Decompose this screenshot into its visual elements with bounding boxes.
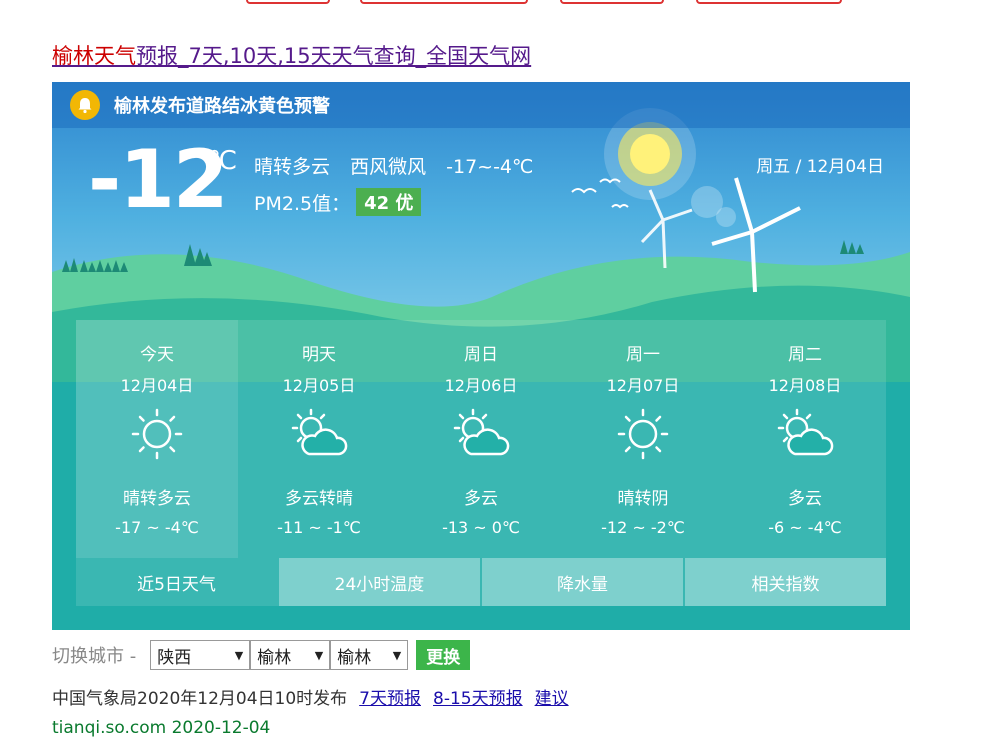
pm25-badge: 42 优 [356, 188, 422, 216]
chevron-down-icon: ▼ [392, 648, 402, 662]
temperature-unit: ℃ [208, 146, 238, 176]
chevron-down-icon: ▼ [234, 648, 244, 662]
day-date: 12月08日 [768, 376, 842, 395]
city-switcher: 切换城市 - 陕西 ▼ 榆林 ▼ 榆林 ▼ 更换 [52, 640, 471, 670]
cutoff-red-button[interactable] [360, 0, 528, 4]
county-value: 榆林 [337, 647, 372, 668]
switch-city-label: 切换城市 - [52, 646, 137, 667]
day-name: 明天 [302, 345, 336, 365]
pm25-label: PM2.5值： [254, 192, 351, 215]
link-8-15-day-forecast[interactable]: 8-15天预报 [433, 684, 523, 709]
partly-cloudy-icon [291, 408, 348, 456]
province-value: 陕西 [157, 647, 192, 668]
forecast-day[interactable]: 周日 12月06日 多云 -13 ~ 0℃ [400, 320, 562, 558]
title-rest: 预报_7天,10天,15天天气查询_全国天气网 [136, 44, 532, 68]
sun-icon [617, 408, 669, 460]
tab-24h-temperature[interactable]: 24小时温度 [279, 558, 480, 606]
title-highlight: 榆林天气 [52, 44, 136, 68]
link-7-day-forecast[interactable]: 7天预报 [359, 684, 421, 709]
change-city-button[interactable]: 更换 [416, 640, 471, 670]
day-name: 周二 [788, 345, 822, 365]
sun-icon [131, 408, 183, 460]
city-select[interactable]: 榆林 ▼ [250, 640, 331, 670]
publish-info: 中国气象局2020年12月04日10时发布 7天预报 8-15天预报 建议 [52, 684, 569, 709]
source-url: tianqi.so.com 2020-12-04 [52, 718, 271, 738]
day-condition: 多云转晴 [285, 489, 353, 509]
cutoff-red-button[interactable] [696, 0, 842, 4]
day-date: 12月07日 [606, 376, 680, 395]
top-cutoff-strip [0, 0, 1000, 14]
day-condition: 多云 [464, 489, 498, 509]
tab-related-indices[interactable]: 相关指数 [685, 558, 886, 606]
result-title-link[interactable]: 榆林天气预报_7天,10天,15天天气查询_全国天气网 [52, 40, 531, 70]
day-temperature-range: -11 ~ -1℃ [277, 518, 361, 537]
partly-cloudy-icon [453, 408, 510, 456]
weather-widget: 榆林发布道路结冰黄色预警 -12 ℃ 晴转多云 西风微风 -17~-4℃ PM2… [52, 82, 910, 630]
weather-alert-bar[interactable]: 榆林发布道路结冰黄色预警 [52, 82, 910, 128]
chevron-down-icon: ▼ [314, 648, 324, 662]
day-temperature-range: -12 ~ -2℃ [601, 518, 685, 537]
alert-text: 榆林发布道路结冰黄色预警 [114, 96, 330, 117]
publish-text: 中国气象局2020年12月04日10时发布 [52, 689, 348, 709]
current-wind: 西风微风 [350, 156, 427, 178]
forecast-panel: 今天 12月04日 晴转多云 -17 ~ -4℃ 明天 12月05日 多云转晴 … [76, 320, 886, 606]
current-range: -17~-4℃ [446, 156, 534, 178]
forecast-day[interactable]: 今天 12月04日 晴转多云 -17 ~ -4℃ [76, 320, 238, 558]
day-condition: 晴转多云 [123, 489, 191, 509]
day-temperature-range: -6 ~ -4℃ [768, 518, 842, 537]
day-name: 周一 [626, 345, 660, 365]
bell-icon [70, 90, 100, 120]
forecast-days: 今天 12月04日 晴转多云 -17 ~ -4℃ 明天 12月05日 多云转晴 … [76, 320, 886, 558]
province-select[interactable]: 陕西 ▼ [150, 640, 251, 670]
pm25-line: PM2.5值： 42 优 [254, 188, 422, 216]
current-temperature: -12 [88, 133, 229, 226]
day-temperature-range: -13 ~ 0℃ [442, 518, 520, 537]
tab-5-day-weather[interactable]: 近5日天气 [76, 558, 277, 606]
forecast-day[interactable]: 明天 12月05日 多云转晴 -11 ~ -1℃ [238, 320, 400, 558]
day-temperature-range: -17 ~ -4℃ [115, 518, 199, 537]
forecast-tabs: 近5日天气 24小时温度 降水量 相关指数 [76, 558, 886, 606]
day-condition: 晴转阴 [617, 489, 669, 509]
cutoff-red-button[interactable] [560, 0, 664, 4]
day-condition: 多云 [788, 489, 822, 509]
city-value: 榆林 [257, 647, 292, 668]
county-select[interactable]: 榆林 ▼ [330, 640, 409, 670]
partly-cloudy-icon [777, 408, 834, 456]
link-suggestion[interactable]: 建议 [535, 684, 569, 709]
current-date: 周五 / 12月04日 [756, 157, 884, 177]
current-conditions: 晴转多云 西风微风 -17~-4℃ [254, 152, 547, 179]
day-date: 12月04日 [120, 376, 194, 395]
day-name: 今天 [140, 345, 174, 365]
current-weather: 晴转多云 [254, 156, 331, 178]
day-date: 12月06日 [444, 376, 518, 395]
forecast-day[interactable]: 周一 12月07日 晴转阴 -12 ~ -2℃ [562, 320, 724, 558]
day-date: 12月05日 [282, 376, 356, 395]
day-name: 周日 [464, 345, 498, 365]
cutoff-red-button[interactable] [246, 0, 330, 4]
tab-precipitation[interactable]: 降水量 [482, 558, 683, 606]
forecast-day[interactable]: 周二 12月08日 多云 -6 ~ -4℃ [724, 320, 886, 558]
